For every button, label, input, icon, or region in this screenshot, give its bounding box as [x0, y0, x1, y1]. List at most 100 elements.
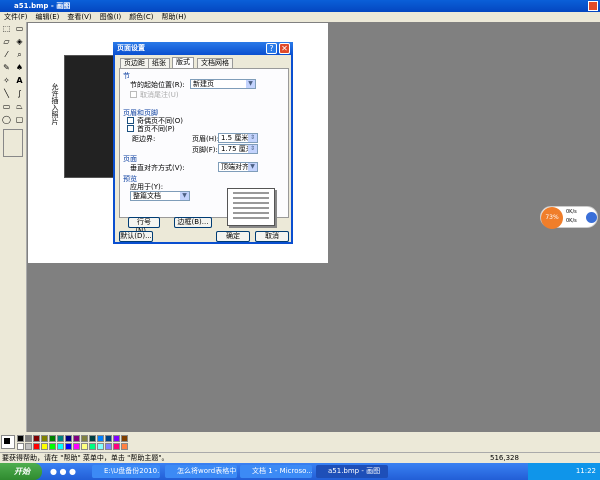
curve-icon[interactable]: ∫	[14, 88, 25, 99]
section-start-value: 新建页	[193, 80, 214, 88]
dialog-close-button[interactable]: ✕	[279, 43, 290, 54]
cancel-button[interactable]: 取消	[255, 231, 289, 242]
color-swatch[interactable]	[41, 435, 48, 442]
spinner-icon[interactable]: ⇕	[248, 145, 257, 153]
header-distance-value: 1.5 厘米	[221, 134, 249, 142]
color-swatch[interactable]	[89, 443, 96, 450]
color-swatch[interactable]	[65, 435, 72, 442]
section-heading: 节	[123, 72, 130, 80]
text-icon[interactable]: A	[14, 75, 25, 86]
line-icon[interactable]: ╲	[1, 88, 12, 99]
footer-distance-input[interactable]: 1.75 厘米 ⇕	[218, 144, 258, 154]
accelerate-icon[interactable]	[586, 212, 597, 223]
upload-speed: 0K/s	[566, 209, 577, 215]
color-swatch[interactable]	[97, 435, 104, 442]
line-numbers-button[interactable]: 行号(N)...	[128, 217, 160, 235]
ok-button[interactable]: 确定	[216, 231, 250, 242]
color-swatch[interactable]	[121, 435, 128, 442]
color-swatch[interactable]	[33, 443, 40, 450]
task-explorer[interactable]: E:\U盘备份2010.1...	[92, 465, 160, 478]
current-colors	[1, 435, 15, 449]
color-swatch[interactable]	[49, 435, 56, 442]
rounded-rect-icon[interactable]: ▢	[14, 114, 25, 125]
clock[interactable]: 11:22	[576, 467, 596, 475]
footer-distance-label: 页脚(F):	[192, 146, 218, 154]
color-swatch[interactable]	[73, 435, 80, 442]
polygon-icon[interactable]: ⏢	[14, 101, 25, 112]
canvas-vertical-text: 允许插入照片	[51, 83, 59, 125]
select-icon[interactable]: ▭	[14, 23, 25, 34]
color-swatch[interactable]	[25, 435, 32, 442]
vertical-alignment-value: 顶端对齐	[221, 163, 249, 171]
pasted-screenshot-image	[64, 55, 114, 178]
color-swatch[interactable]	[25, 443, 32, 450]
suppress-endnotes-checkbox[interactable]	[130, 91, 137, 98]
chevron-down-icon: ▼	[248, 163, 257, 171]
color-swatch[interactable]	[49, 443, 56, 450]
default-button[interactable]: 默认(D)...	[119, 231, 153, 242]
color-swatch[interactable]	[89, 435, 96, 442]
chevron-down-icon: ▼	[180, 192, 189, 200]
network-monitor-widget[interactable]: 73% 0K/s 0K/s	[540, 206, 598, 229]
color-swatch[interactable]	[17, 435, 24, 442]
menu-bar: 文件(F) 编辑(E) 查看(V) 图像(I) 颜色(C) 帮助(H)	[0, 12, 600, 22]
free-select-icon[interactable]: ⬚	[1, 23, 12, 34]
ellipse-icon[interactable]: ◯	[1, 114, 12, 125]
header-distance-input[interactable]: 1.5 厘米 ⇕	[218, 133, 258, 143]
pencil-icon[interactable]: ✎	[1, 62, 12, 73]
color-swatch[interactable]	[81, 443, 88, 450]
task-paint[interactable]: a51.bmp - 画图	[316, 465, 388, 478]
help-button[interactable]: ?	[266, 43, 277, 54]
menu-image[interactable]: 图像(I)	[100, 13, 122, 21]
tab-paper[interactable]: 纸张	[148, 58, 170, 68]
color-swatch[interactable]	[41, 443, 48, 450]
start-button[interactable]: 开始	[0, 463, 42, 480]
color-swatch[interactable]	[113, 443, 120, 450]
menu-view[interactable]: 查看(V)	[67, 13, 91, 21]
color-swatch[interactable]	[105, 435, 112, 442]
menu-file[interactable]: 文件(F)	[4, 13, 28, 21]
section-start-label: 节的起始位置(R):	[130, 81, 185, 89]
task-word[interactable]: 文档 1 - Microso...	[240, 465, 312, 478]
color-swatch[interactable]	[57, 443, 64, 450]
borders-button[interactable]: 边框(B)...	[174, 217, 212, 228]
color-swatch[interactable]	[17, 443, 24, 450]
tab-margins[interactable]: 页边距	[120, 58, 149, 68]
close-button[interactable]	[588, 1, 598, 11]
color-swatch[interactable]	[33, 435, 40, 442]
color-swatch[interactable]	[105, 443, 112, 450]
color-swatch[interactable]	[121, 443, 128, 450]
page-preview	[227, 188, 275, 226]
menu-edit[interactable]: 编辑(E)	[36, 13, 60, 21]
status-help-text: 要获得帮助，请在 "帮助" 菜单中，单击 "帮助主题"。	[2, 454, 169, 462]
brush-icon[interactable]: ♠	[14, 62, 25, 73]
vertical-alignment-label: 垂直对齐方式(V):	[130, 164, 185, 172]
tab-document-grid[interactable]: 文档网格	[197, 58, 233, 68]
section-start-select[interactable]: 新建页 ▼	[190, 79, 256, 89]
cursor-coordinates: 516,328	[490, 454, 519, 462]
picker-icon[interactable]: ⁄	[1, 49, 12, 60]
color-swatch[interactable]	[73, 443, 80, 450]
spinner-icon[interactable]: ⇕	[248, 134, 257, 142]
apply-to-select[interactable]: 整篇文档 ▼	[130, 191, 190, 201]
magnifier-icon[interactable]: ⌕	[14, 49, 25, 60]
taskbar: 开始 ● ● ● E:\U盘备份2010.1... 怎么将word表格中... …	[0, 463, 600, 480]
task-browser[interactable]: 怎么将word表格中...	[165, 465, 237, 478]
fill-icon[interactable]: ◈	[14, 36, 25, 47]
eraser-icon[interactable]: ▱	[1, 36, 12, 47]
vertical-alignment-select[interactable]: 顶端对齐 ▼	[218, 162, 258, 172]
color-swatch[interactable]	[113, 435, 120, 442]
first-page-checkbox[interactable]	[127, 125, 134, 132]
airbrush-icon[interactable]: ✧	[1, 75, 12, 86]
color-swatch[interactable]	[97, 443, 104, 450]
odd-even-checkbox[interactable]	[127, 117, 134, 124]
download-speed: 0K/s	[566, 218, 577, 224]
color-swatch[interactable]	[81, 435, 88, 442]
color-swatch[interactable]	[65, 443, 72, 450]
menu-colors[interactable]: 颜色(C)	[129, 13, 153, 21]
color-swatch[interactable]	[57, 435, 64, 442]
tool-options[interactable]	[3, 129, 23, 157]
rectangle-icon[interactable]: ▭	[1, 101, 12, 112]
menu-help[interactable]: 帮助(H)	[162, 13, 187, 21]
quick-launch-icons[interactable]: ● ● ●	[50, 467, 76, 476]
